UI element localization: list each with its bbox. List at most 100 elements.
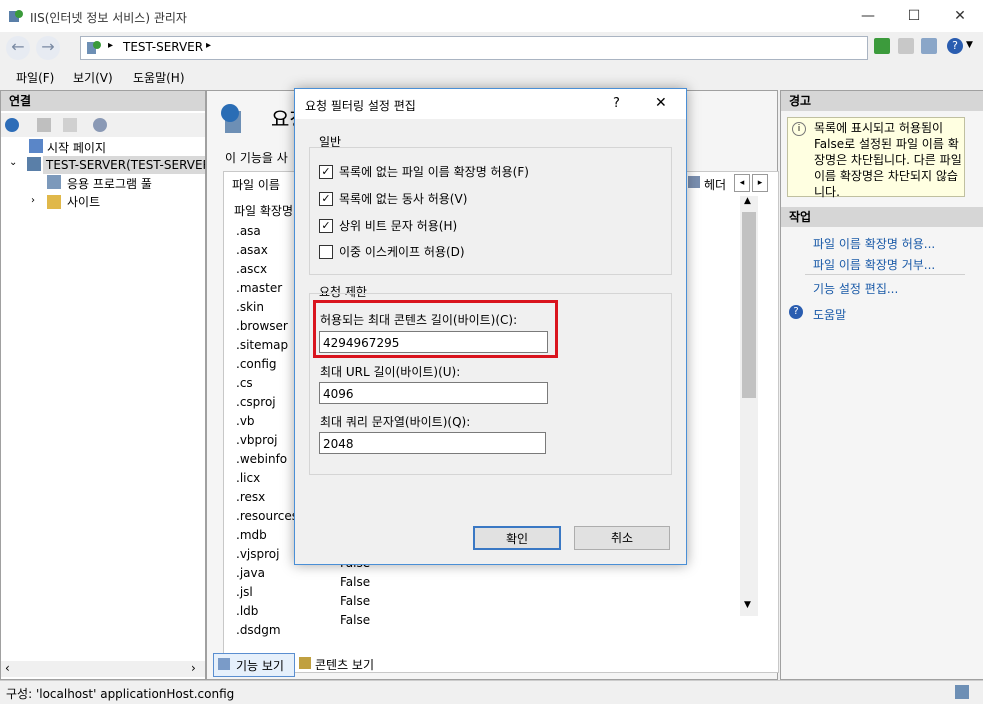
extension-row[interactable]: .jsl [236, 585, 253, 599]
alerts-header: 경고 [781, 91, 983, 111]
max-content-input[interactable]: 4294967295 [319, 331, 548, 353]
connect-icon[interactable] [5, 118, 19, 132]
cancel-button[interactable]: 취소 [574, 526, 670, 550]
action-edit-settings[interactable]: 기능 설정 편집... [813, 280, 898, 297]
action-help[interactable]: 도움말 [813, 306, 846, 323]
tree-start-page[interactable]: 시작 페이지 [47, 139, 106, 156]
extension-row[interactable]: .ascx [236, 262, 267, 276]
extension-row[interactable]: .vbproj [236, 433, 278, 447]
action-deny-extension[interactable]: 파일 이름 확장명 거부... [813, 256, 935, 273]
dialog-title-bar: 요청 필터링 설정 편집 ? ✕ [295, 89, 686, 119]
extension-row[interactable]: .csproj [236, 395, 276, 409]
breadcrumb-separator: ▸ [108, 40, 114, 51]
stop-icon[interactable] [898, 38, 914, 54]
sites-icon [47, 195, 61, 209]
extension-row[interactable]: .master [236, 281, 282, 295]
tree-app-pools[interactable]: 응용 프로그램 풀 [67, 175, 152, 192]
allowed-cell: False [340, 613, 371, 627]
extension-row[interactable]: .vjsproj [236, 547, 279, 561]
breadcrumb-server[interactable]: TEST-SERVER [123, 40, 203, 54]
tree-sites[interactable]: 사이트 [67, 193, 100, 210]
max-query-input[interactable]: 2048 [319, 432, 546, 454]
ok-button[interactable]: 확인 [473, 526, 561, 550]
actions-pane: 경고 i 목록에 표시되고 허용됨이 False로 설정된 파일 이름 확장명은… [780, 90, 983, 680]
content-view-label: 콘텐츠 보기 [315, 658, 375, 672]
scroll-down-icon[interactable]: ▼ [744, 600, 751, 610]
dialog-close-button[interactable]: ✕ [655, 95, 667, 111]
extension-row[interactable]: .asax [236, 243, 268, 257]
extension-row[interactable]: .mdb [236, 528, 267, 542]
extension-row[interactable]: .browser [236, 319, 288, 333]
menu-view[interactable]: 보기(V) [73, 69, 113, 86]
refresh-icon[interactable] [874, 38, 890, 54]
max-url-label: 최대 URL 길이(바이트)(U): [320, 365, 461, 379]
up-icon[interactable] [63, 118, 77, 132]
check-label: 목록에 없는 동사 허용(V) [339, 192, 468, 206]
home-icon[interactable] [921, 38, 937, 54]
checkbox[interactable]: ✓ [319, 192, 333, 206]
status-text: 구성: 'localhost' applicationHost.config [6, 687, 235, 701]
back-button[interactable]: ← [6, 36, 30, 60]
chevron-right-icon[interactable]: › [31, 195, 35, 206]
scroll-up-icon[interactable]: ▲ [744, 196, 751, 206]
actions-header: 작업 [781, 207, 983, 227]
tab-scroll-left-icon[interactable]: ◂ [734, 174, 750, 192]
content-view-icon [299, 657, 311, 669]
extension-row[interactable]: .ldb [236, 604, 258, 618]
max-url-input[interactable]: 4096 [319, 382, 548, 404]
forward-button[interactable]: → [36, 36, 60, 60]
checkbox[interactable]: ✓ [319, 165, 333, 179]
horizontal-scrollbar[interactable]: ‹ › [1, 661, 205, 677]
alert-text: 목록에 표시되고 허용됨이 False로 설정된 파일 이름 확장명은 차단됩니… [814, 121, 962, 199]
tree-server-node[interactable]: TEST-SERVER(TEST-SERVER\ [43, 156, 205, 174]
extension-row[interactable]: .skin [236, 300, 264, 314]
check-label: 목록에 없는 파일 이름 확장명 허용(F) [339, 165, 529, 179]
max-content-label: 허용되는 최대 콘텐츠 길이(바이트)(C): [320, 313, 518, 327]
action-allow-extension[interactable]: 파일 이름 확장명 허용... [813, 235, 935, 252]
server-icon [87, 41, 101, 54]
address-path[interactable]: ▸ TEST-SERVER ▸ [80, 36, 868, 60]
checkbox[interactable] [319, 245, 333, 259]
extension-row[interactable]: .java [236, 566, 265, 580]
close-window-button[interactable]: ✕ [937, 0, 983, 32]
tab-file-extensions[interactable]: 파일 이름 [232, 176, 280, 193]
save-icon[interactable] [37, 118, 51, 132]
extension-row[interactable]: .licx [236, 471, 260, 485]
max-query-label: 최대 쿼리 문자열(바이트)(Q): [320, 415, 471, 429]
info-icon: i [792, 122, 806, 136]
extension-row[interactable]: .webinfo [236, 452, 287, 466]
content-view-button[interactable]: 콘텐츠 보기 [297, 653, 397, 675]
title-bar: IIS(인터넷 정보 서비스) 관리자 — ☐ ✕ [0, 0, 983, 32]
extension-row[interactable]: .vb [236, 414, 255, 428]
chevron-down-icon[interactable]: ⌄ [9, 157, 17, 168]
alert-box: i 목록에 표시되고 허용됨이 False로 설정된 파일 이름 확장명은 차단… [787, 117, 965, 199]
extension-row[interactable]: .asa [236, 224, 261, 238]
extension-row[interactable]: .resx [236, 490, 265, 504]
window-title: IIS(인터넷 정보 서비스) 관리자 [30, 11, 187, 25]
vertical-scrollbar[interactable]: ▲ ▼ [740, 196, 758, 616]
menu-help[interactable]: 도움말(H) [133, 69, 185, 86]
disconnect-icon[interactable] [93, 118, 107, 132]
extension-row[interactable]: .dsdgm [236, 623, 281, 637]
menu-file[interactable]: 파일(F) [16, 69, 54, 86]
extension-row[interactable]: .cs [236, 376, 253, 390]
feature-view-button[interactable]: 기능 보기 [213, 653, 295, 677]
scroll-right-icon[interactable]: › [191, 661, 196, 675]
column-extension[interactable]: 파일 확장명 [234, 202, 293, 219]
help-icon[interactable]: ? [947, 38, 963, 54]
scroll-thumb[interactable] [742, 212, 756, 398]
maximize-button[interactable]: ☐ [891, 0, 937, 32]
feature-view-icon [218, 658, 230, 670]
breadcrumb-separator: ▸ [206, 40, 212, 51]
dialog-help-button[interactable]: ? [613, 96, 620, 111]
scroll-left-icon[interactable]: ‹ [5, 661, 10, 675]
extension-row[interactable]: .config [236, 357, 277, 371]
chevron-down-icon[interactable]: ▼ [966, 40, 973, 50]
dialog-title: 요청 필터링 설정 편집 [305, 99, 416, 113]
checkbox[interactable]: ✓ [319, 219, 333, 233]
tab-headers[interactable]: 헤더 [704, 176, 726, 193]
extension-row[interactable]: .sitemap [236, 338, 288, 352]
tab-scroll-right-icon[interactable]: ▸ [752, 174, 768, 192]
extension-row[interactable]: .resources [236, 509, 298, 523]
minimize-button[interactable]: — [845, 0, 891, 32]
